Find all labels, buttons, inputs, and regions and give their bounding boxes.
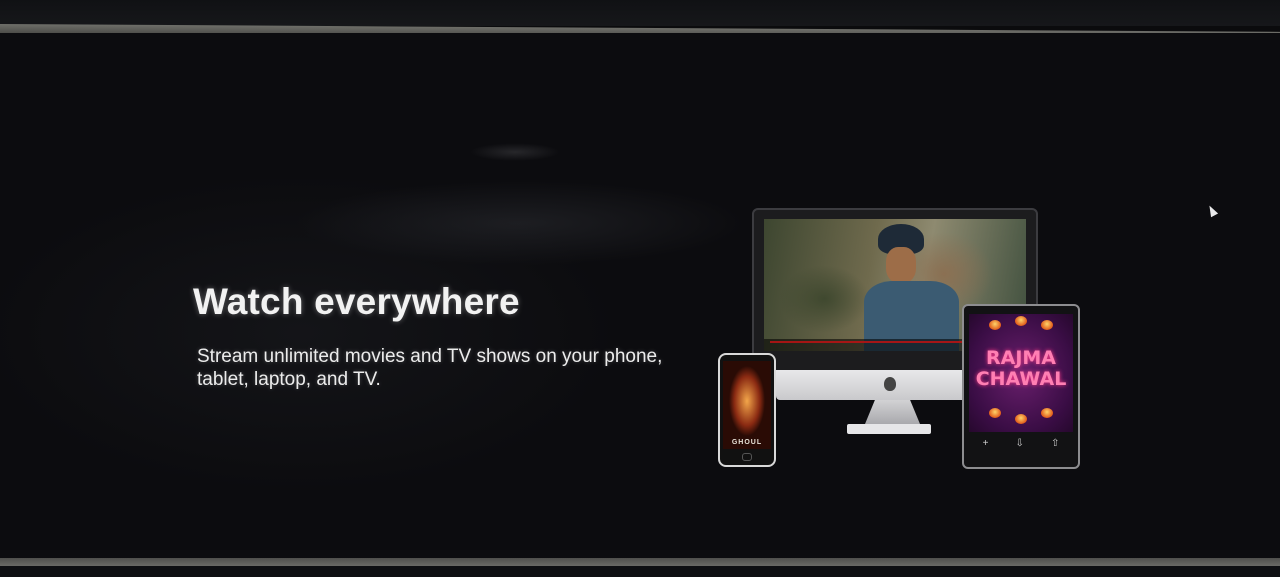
phone-poster-title: GHOUL xyxy=(731,439,763,446)
diya-lamp-icon xyxy=(1015,316,1027,326)
section-title: Watch everywhere xyxy=(193,281,520,322)
watch-everywhere-section: Watch everywhere Stream unlimited movies… xyxy=(0,33,1280,558)
tablet-device: RAJMA CHAWAL + ⇩ ⇧ xyxy=(962,304,1080,469)
bottom-divider xyxy=(0,558,1280,566)
phone-device: GHOUL xyxy=(718,353,776,467)
imac-stand-neck xyxy=(865,400,920,424)
tablet-poster-title-line1: RAJMA xyxy=(985,347,1057,369)
diya-lamp-icon xyxy=(989,408,1001,418)
apple-logo-icon xyxy=(884,377,896,391)
share-icon: ⇧ xyxy=(1051,437,1060,449)
screen-top-bezel xyxy=(0,0,1280,26)
diya-lamp-icon xyxy=(989,320,1001,330)
imac-stand-foot xyxy=(847,424,931,434)
devices-illustration: GHOUL RAJMA CHAWAL + ⇩ ⇧ xyxy=(700,203,1100,473)
tablet-poster-title: RAJMA CHAWAL xyxy=(969,348,1073,390)
plus-icon: + xyxy=(982,437,989,449)
screen-glare xyxy=(470,143,560,161)
diya-lamp-icon xyxy=(1041,408,1053,418)
diya-lamp-icon xyxy=(1015,414,1027,424)
tablet-poster-title-line2: CHAWAL xyxy=(975,368,1067,390)
screen-bottom-bezel xyxy=(0,566,1280,577)
actor-face xyxy=(886,247,916,283)
phone-poster: GHOUL xyxy=(723,361,771,449)
diya-lamp-icon xyxy=(1041,320,1053,330)
section-description: Stream unlimited movies and TV shows on … xyxy=(197,346,663,390)
tablet-poster: RAJMA CHAWAL xyxy=(969,314,1073,432)
phone-home-button xyxy=(742,453,752,461)
tablet-app-controls: + ⇩ ⇧ xyxy=(969,436,1073,450)
download-icon: ⇩ xyxy=(1015,437,1024,449)
